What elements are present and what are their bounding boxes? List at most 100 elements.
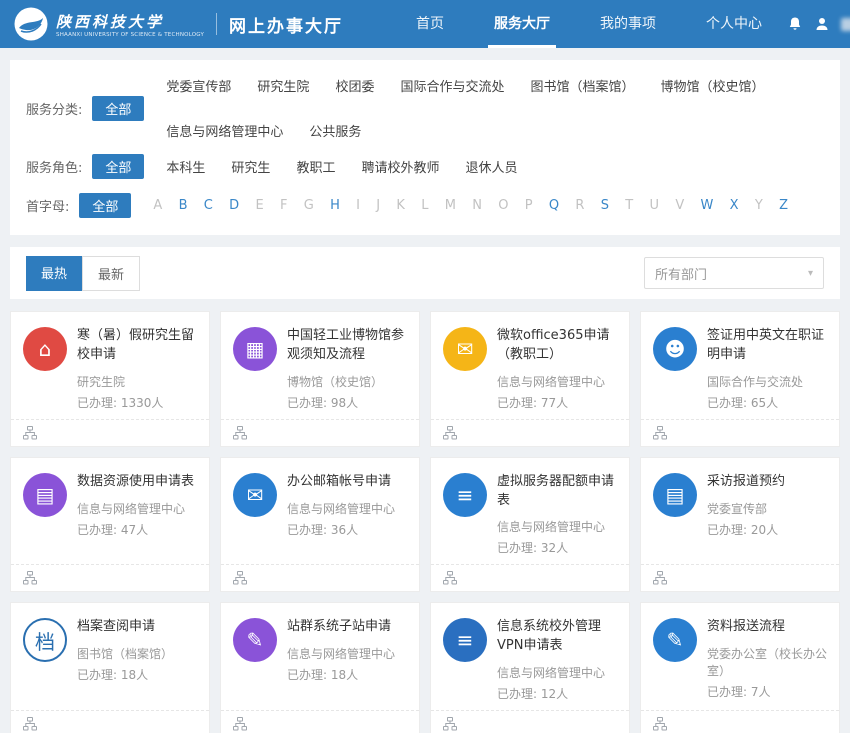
- initial-letter[interactable]: R: [575, 198, 584, 213]
- service-card[interactable]: ✎站群系统子站申请信息与网络管理中心已办理: 18人: [220, 602, 420, 733]
- service-processed-count: 已办理: 12人: [497, 685, 617, 710]
- initial-letter[interactable]: Z: [779, 198, 788, 213]
- flow-icon[interactable]: [233, 717, 247, 731]
- university-logo: [14, 7, 48, 41]
- university-name-en: SHAANXI UNIVERSITY OF SCIENCE & TECHNOLO…: [56, 32, 204, 38]
- initial-letter[interactable]: O: [498, 198, 508, 213]
- filter-option[interactable]: 信息与网络管理中心: [166, 121, 283, 140]
- filter-option[interactable]: 党委宣传部: [166, 76, 231, 95]
- flow-icon[interactable]: [653, 571, 667, 585]
- service-title[interactable]: 微软office365申请（教职工）: [497, 327, 617, 365]
- initial-letter[interactable]: P: [525, 198, 533, 213]
- service-card[interactable]: ☻签证用中英文在职证明申请国际合作与交流处已办理: 65人: [640, 311, 840, 447]
- filter-option[interactable]: 聘请校外教师: [361, 157, 439, 176]
- building-icon: ⌂: [23, 327, 67, 371]
- service-card[interactable]: 档档案查阅申请图书馆（档案馆）已办理: 18人: [10, 602, 210, 733]
- service-title[interactable]: 站群系统子站申请: [287, 618, 407, 637]
- service-department: 国际合作与交流处: [707, 373, 827, 390]
- filter-option[interactable]: 图书馆（档案馆）: [530, 76, 634, 95]
- service-department: 党委宣传部: [707, 500, 827, 517]
- initial-letter[interactable]: Y: [755, 198, 763, 213]
- department-select[interactable]: 所有部门 ▾: [644, 257, 824, 289]
- user-name-redacted[interactable]: [841, 18, 850, 31]
- flow-icon[interactable]: [233, 571, 247, 585]
- service-processed-count: 已办理: 20人: [707, 521, 827, 546]
- service-card[interactable]: ⌂寒（暑）假研究生留校申请研究生院已办理: 1330人: [10, 311, 210, 447]
- initial-letter[interactable]: S: [601, 198, 609, 213]
- service-card[interactable]: ▤采访报道预约党委宣传部已办理: 20人: [640, 457, 840, 593]
- initial-letter[interactable]: C: [204, 198, 213, 213]
- nav-item-link[interactable]: 首页: [410, 0, 450, 48]
- initial-letter[interactable]: F: [280, 198, 287, 213]
- service-card[interactable]: ▤数据资源使用申请表信息与网络管理中心已办理: 47人: [10, 457, 210, 593]
- flow-icon[interactable]: [233, 426, 247, 440]
- bell-icon[interactable]: [787, 16, 803, 32]
- initial-letter[interactable]: Q: [549, 198, 559, 213]
- filter-option[interactable]: 校团委: [335, 76, 374, 95]
- service-title[interactable]: 中国轻工业博物馆参观须知及流程: [287, 327, 407, 365]
- service-title[interactable]: 档案查阅申请: [77, 618, 197, 637]
- nav-item-current[interactable]: 服务大厅: [488, 0, 556, 48]
- sort-tab[interactable]: 最热: [26, 256, 82, 291]
- service-card[interactable]: ✎资料报送流程党委办公室（校长办公室）已办理: 7人: [640, 602, 840, 733]
- service-card[interactable]: ≡虚拟服务器配额申请表信息与网络管理中心已办理: 32人: [430, 457, 630, 593]
- select-caret-icon: ▾: [808, 268, 813, 279]
- filter-all-button[interactable]: 全部: [79, 193, 131, 218]
- initial-letter[interactable]: G: [304, 198, 314, 213]
- initial-letter[interactable]: W: [701, 198, 714, 213]
- service-title[interactable]: 寒（暑）假研究生留校申请: [77, 327, 197, 365]
- service-title[interactable]: 虚拟服务器配额申请表: [497, 473, 617, 511]
- filter-option[interactable]: 本科生: [166, 157, 205, 176]
- initial-letter[interactable]: J: [376, 198, 380, 213]
- initial-letter[interactable]: D: [229, 198, 239, 213]
- initial-letter[interactable]: N: [472, 198, 482, 213]
- filter-option[interactable]: 国际合作与交流处: [400, 76, 504, 95]
- card-footer: [641, 564, 839, 591]
- initial-letter[interactable]: K: [396, 198, 405, 213]
- flow-icon[interactable]: [23, 717, 37, 731]
- sort-tab[interactable]: 最新: [82, 256, 140, 291]
- initial-letter[interactable]: L: [421, 198, 428, 213]
- filter-option[interactable]: 公共服务: [309, 121, 361, 140]
- service-title[interactable]: 信息系统校外管理VPN申请表: [497, 618, 617, 656]
- initial-letter[interactable]: M: [445, 198, 456, 213]
- service-title[interactable]: 资料报送流程: [707, 618, 827, 637]
- initial-letter[interactable]: V: [675, 198, 684, 213]
- nav-item-link[interactable]: 我的事项: [594, 0, 662, 48]
- filter-option[interactable]: 博物馆（校史馆）: [660, 76, 764, 95]
- flow-icon[interactable]: [653, 426, 667, 440]
- initial-letter[interactable]: E: [255, 198, 263, 213]
- service-title[interactable]: 办公邮箱帐号申请: [287, 473, 407, 492]
- flow-icon[interactable]: [653, 717, 667, 731]
- flow-icon[interactable]: [23, 426, 37, 440]
- main-nav: 首页服务大厅我的事项个人中心: [391, 0, 787, 48]
- service-title[interactable]: 采访报道预约: [707, 473, 827, 492]
- filter-option[interactable]: 研究生: [231, 157, 270, 176]
- filter-option[interactable]: 研究生院: [257, 76, 309, 95]
- service-title[interactable]: 数据资源使用申请表: [77, 473, 197, 492]
- filter-all-button[interactable]: 全部: [92, 154, 144, 179]
- initial-letter[interactable]: B: [179, 198, 188, 213]
- filter-option[interactable]: 教职工: [296, 157, 335, 176]
- initial-letter[interactable]: A: [153, 198, 162, 213]
- filter-all-button[interactable]: 全部: [92, 96, 144, 121]
- service-card[interactable]: ≡信息系统校外管理VPN申请表信息与网络管理中心已办理: 12人: [430, 602, 630, 733]
- flow-icon[interactable]: [443, 571, 457, 585]
- initial-letter[interactable]: X: [730, 198, 739, 213]
- initial-letter[interactable]: I: [356, 198, 360, 213]
- flow-icon[interactable]: [443, 717, 457, 731]
- nav-item-link[interactable]: 个人中心: [700, 0, 768, 48]
- flow-icon[interactable]: [443, 426, 457, 440]
- service-card[interactable]: ▦中国轻工业博物馆参观须知及流程博物馆（校史馆）已办理: 98人: [220, 311, 420, 447]
- university-name-block: 陕西科技大学 SHAANXI UNIVERSITY OF SCIENCE & T…: [56, 11, 204, 38]
- service-processed-count: 已办理: 77人: [497, 394, 617, 419]
- service-title[interactable]: 签证用中英文在职证明申请: [707, 327, 827, 365]
- service-card[interactable]: ✉微软office365申请（教职工）信息与网络管理中心已办理: 77人: [430, 311, 630, 447]
- flow-icon[interactable]: [23, 571, 37, 585]
- user-icon[interactable]: [814, 16, 830, 32]
- filter-option[interactable]: 退休人员: [465, 157, 517, 176]
- service-card[interactable]: ✉办公邮箱帐号申请信息与网络管理中心已办理: 36人: [220, 457, 420, 593]
- initial-letter[interactable]: H: [330, 198, 340, 213]
- initial-letter[interactable]: U: [650, 198, 660, 213]
- initial-letter[interactable]: T: [625, 198, 633, 213]
